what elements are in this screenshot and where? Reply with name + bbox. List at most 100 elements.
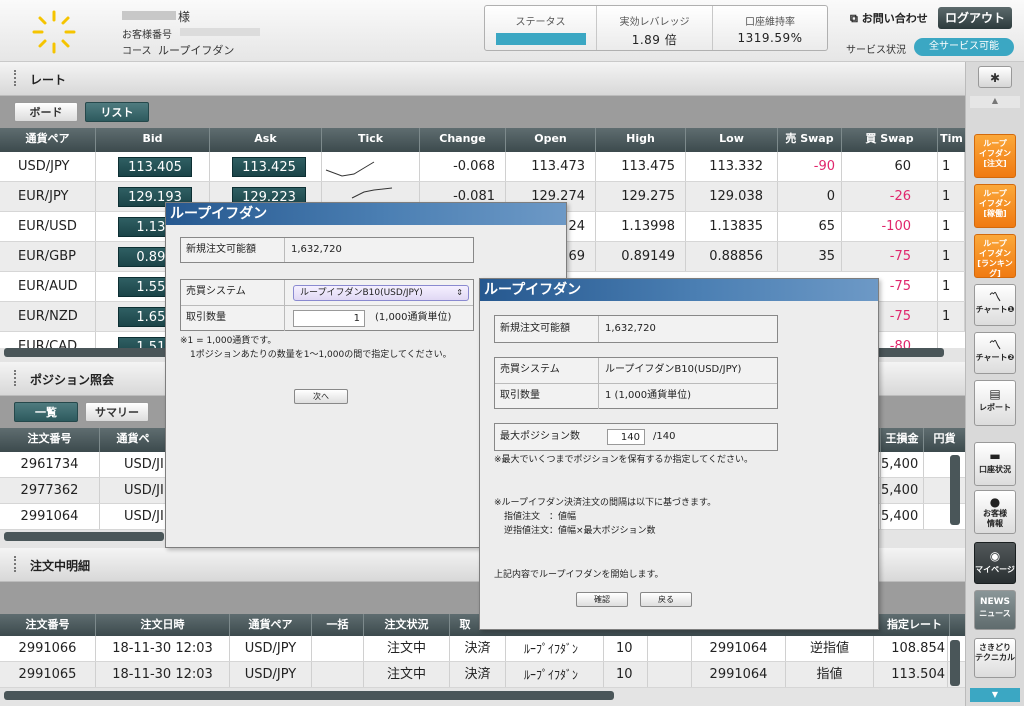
time-cell: 1 — [938, 212, 965, 241]
sidebar-label: ループ — [983, 189, 1007, 198]
tab-board[interactable]: ボード — [14, 102, 78, 122]
ask-price[interactable]: 113.425 — [232, 157, 306, 177]
col-tick[interactable]: Tick — [322, 128, 420, 152]
col-ask[interactable]: Ask — [210, 128, 322, 152]
col-specified-rate[interactable]: 指定レート — [880, 614, 950, 636]
col-order-no[interactable]: 注文番号 — [0, 428, 100, 452]
col-sell-swap[interactable]: 売 Swap — [778, 128, 842, 152]
col-change[interactable]: Change — [420, 128, 506, 152]
col-order-date[interactable]: 注文日時 — [96, 614, 230, 636]
stop-note: 逆指値注文：値幅×最大ポジション数 — [504, 526, 656, 536]
low-cell: 0.88856 — [686, 242, 778, 271]
qty-input[interactable]: 1 — [293, 310, 365, 327]
system-select[interactable]: ループイフダンB10(USD/JPY) ⇕ — [293, 285, 469, 301]
sidebar-label: さきどり — [979, 643, 1011, 652]
scroll-down-icon[interactable]: ▼ — [970, 688, 1020, 702]
col-pl[interactable]: 王損金 — [880, 428, 924, 452]
bulk-cell — [312, 662, 364, 687]
col-order-no[interactable]: 注文番号 — [0, 614, 96, 636]
report-icon: ▤ — [989, 387, 1001, 401]
sidebar-item-account[interactable]: ▬ 口座状況 — [974, 442, 1016, 486]
qty-label: 取引数量 — [181, 306, 285, 331]
col-open[interactable]: Open — [506, 128, 596, 152]
logout-button[interactable]: ログアウト — [938, 7, 1012, 29]
col-pair[interactable]: 通貨ペア — [230, 614, 312, 636]
service-status-badge[interactable]: 全サービス可能 — [914, 38, 1014, 56]
drag-grip-icon[interactable] — [14, 70, 19, 86]
table-row[interactable]: 2991065 18-11-30 12:03 USD/JPY 注文中 決済 ﾙｰ… — [0, 662, 965, 688]
sidebar-label: ニュース — [979, 609, 1011, 618]
sidebar-item-chart1[interactable]: 〽 チャート❶ — [974, 284, 1016, 326]
time-cell: 1 — [938, 302, 965, 331]
positions-vertical-scrollbar[interactable] — [950, 455, 960, 525]
sidebar-label: チャート❷ — [975, 353, 1015, 362]
kind-cell: 逆指値 — [786, 636, 874, 661]
col-bulk[interactable]: 一括 — [312, 614, 364, 636]
sidebar-item-technical[interactable]: さきどり テクニカル — [974, 638, 1016, 678]
sidebar-item-loop-active[interactable]: ループ イフダン [稼働] — [974, 184, 1016, 228]
pair-cell: EUR/AUD — [0, 272, 96, 301]
sidebar-item-loop-ranking[interactable]: ループ イフダン [ランキング] — [974, 234, 1016, 278]
next-button[interactable]: 次へ — [294, 389, 348, 404]
back-button[interactable]: 戻る — [640, 592, 692, 607]
table-row[interactable]: USD/JPY 113.405 113.425 -0.068 113.473 1… — [0, 152, 965, 182]
leverage-value: 1.89 倍 — [631, 33, 678, 47]
max-label: 最大ポジション数 — [500, 431, 580, 442]
news-icon: NEWS — [979, 597, 1011, 607]
table-row[interactable]: 2991066 18-11-30 12:03 USD/JPY 注文中 決済 ﾙｰ… — [0, 636, 965, 662]
order-no-cell: 2991064 — [0, 504, 100, 529]
system-label: 売買システム — [181, 280, 285, 305]
sidebar-item-chart2[interactable]: 〽 チャート❷ — [974, 332, 1016, 374]
sidebar-label: [注文] — [983, 159, 1007, 168]
col-pair[interactable]: 通貨ペア — [0, 128, 96, 152]
margin-label: 口座維持率 — [745, 17, 795, 28]
sell-swap-cell: 35 — [778, 242, 842, 271]
rate-column-header: 通貨ペア Bid Ask Tick Change Open High Low 売… — [0, 128, 965, 152]
available-label: 新規注文可能額 — [181, 238, 285, 262]
col-jpy[interactable]: 円貨 — [924, 428, 965, 452]
orders-vertical-scrollbar[interactable] — [950, 640, 960, 686]
rate-section-header: レート — [0, 62, 965, 96]
col-low[interactable]: Low — [686, 128, 778, 152]
sidebar-item-loop-order[interactable]: ループ イフダン [注文] — [974, 134, 1016, 178]
col-trade[interactable]: 取 — [450, 614, 480, 636]
orders-horizontal-scrollbar[interactable] — [4, 691, 614, 700]
positions-horizontal-scrollbar[interactable] — [4, 532, 164, 541]
contact-link[interactable]: ⧉ お問い合わせ — [850, 10, 928, 26]
col-time[interactable]: Tim — [938, 128, 965, 152]
drag-grip-icon[interactable] — [14, 556, 19, 572]
account-icon: ▬ — [989, 449, 1001, 463]
col-order-status[interactable]: 注文状況 — [364, 614, 450, 636]
status-label: ステータス — [515, 17, 566, 28]
col-buy-swap[interactable]: 買 Swap — [842, 128, 938, 152]
tab-position-list[interactable]: 一覧 — [14, 402, 78, 422]
scroll-up-icon[interactable]: ▲ — [970, 96, 1020, 108]
pair-cell: USD/JPY — [230, 636, 312, 661]
sidebar-item-report[interactable]: ▤ レポート — [974, 380, 1016, 426]
contact-label: お問い合わせ — [861, 12, 928, 25]
service-status-label: サービス状況 — [846, 45, 906, 56]
ask-cell: 113.425 — [210, 152, 322, 181]
tab-summary[interactable]: サマリー — [85, 402, 149, 422]
bid-price[interactable]: 113.405 — [118, 157, 192, 177]
sidebar-label: マイページ — [975, 565, 1015, 574]
drag-grip-icon[interactable] — [14, 370, 19, 386]
pl-cell: 5,400 — [880, 452, 924, 477]
buy-swap-cell: -26 — [842, 182, 938, 211]
pl-cell: 5,400 — [880, 504, 924, 529]
col-pair[interactable]: 通貨ペ — [100, 428, 166, 452]
ref-cell: 2991064 — [692, 636, 786, 661]
sidebar-item-news[interactable]: NEWS ニュース — [974, 590, 1016, 630]
orders-table-body: 2991066 18-11-30 12:03 USD/JPY 注文中 決済 ﾙｰ… — [0, 636, 965, 688]
sidebar-label: レポート — [979, 403, 1011, 412]
col-bid[interactable]: Bid — [96, 128, 210, 152]
max-position-input[interactable]: 140 — [607, 429, 645, 445]
settings-gear-icon[interactable]: ✱ — [978, 66, 1012, 88]
confirm-button[interactable]: 確認 — [576, 592, 628, 607]
sidebar-item-mypage[interactable]: ◉ マイページ — [974, 542, 1016, 584]
high-cell: 129.275 — [596, 182, 686, 211]
col-high[interactable]: High — [596, 128, 686, 152]
tab-list[interactable]: リスト — [85, 102, 149, 122]
sidebar-item-customer-info[interactable]: ● お客様 情報 — [974, 490, 1016, 534]
system-value: ループイフダンB10(USD/JPY) — [605, 364, 742, 375]
